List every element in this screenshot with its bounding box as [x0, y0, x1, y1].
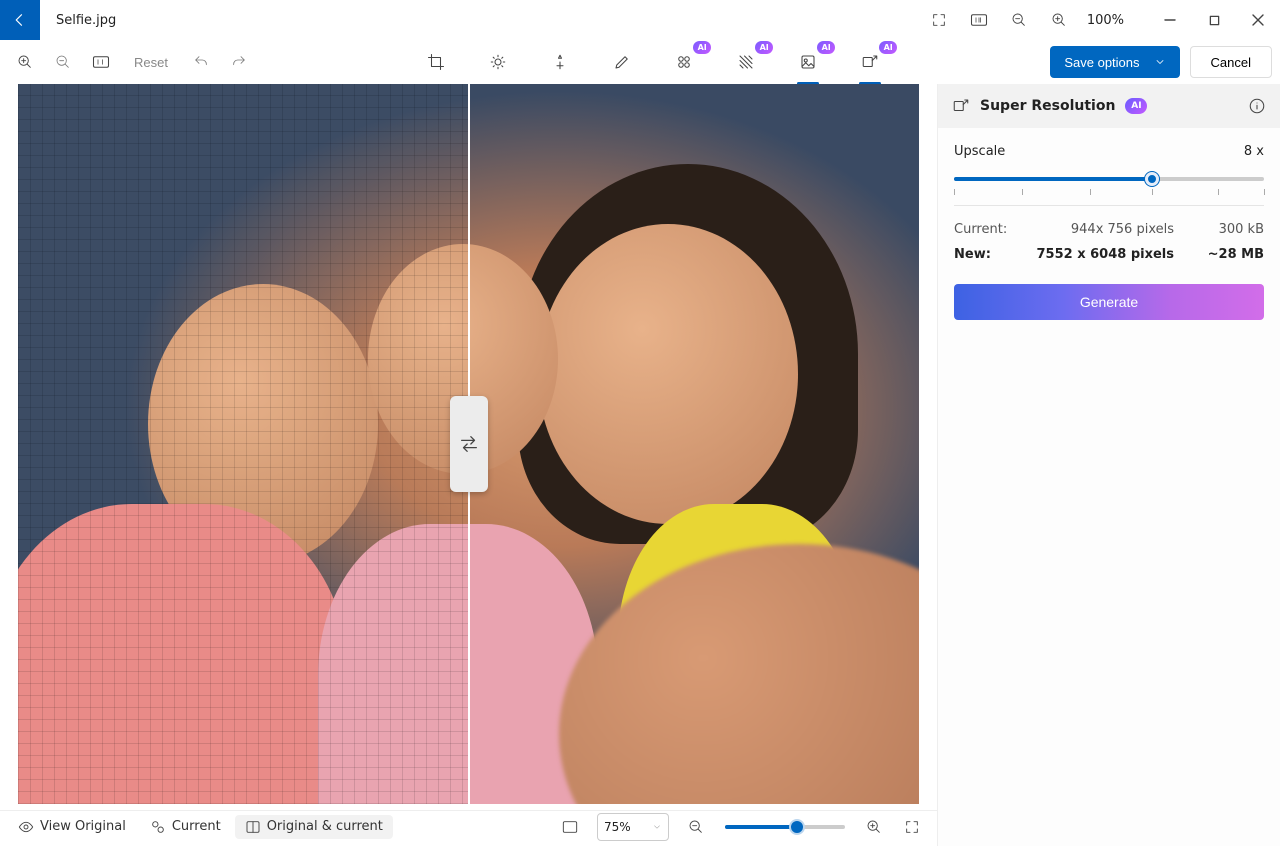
zoom-out-footer-icon[interactable]: [679, 810, 713, 844]
fit-screen-icon[interactable]: [84, 45, 118, 79]
reset-button[interactable]: Reset: [122, 48, 180, 76]
cancel-button[interactable]: Cancel: [1190, 46, 1272, 78]
zoom-in-footer-icon[interactable]: [857, 810, 891, 844]
markup-tool-icon[interactable]: [605, 45, 639, 79]
view-current-button[interactable]: Current: [140, 815, 231, 839]
redo-icon[interactable]: [222, 45, 256, 79]
maximize-button[interactable]: [1192, 1, 1236, 39]
panel-header: Super Resolution AI: [938, 84, 1280, 128]
minimize-button[interactable]: [1148, 1, 1192, 39]
new-resolution-row: New: 7552 x 6048 pixels ~28 MB: [954, 247, 1264, 262]
ai-badge-icon: AI: [879, 41, 897, 54]
upscale-label: Upscale: [954, 144, 1005, 159]
file-name: Selfie.jpg: [56, 13, 116, 28]
zoom-label: 100%: [1079, 13, 1132, 28]
retouch-tool-icon[interactable]: [543, 45, 577, 79]
super-resolution-icon: [952, 97, 970, 115]
fit-window-icon[interactable]: [553, 810, 587, 844]
titlebar: Selfie.jpg 100%: [0, 0, 1280, 40]
canvas-area: View Original Current Original & current…: [0, 84, 937, 846]
zoom-out-icon[interactable]: [999, 0, 1039, 40]
view-toolbar: View Original Current Original & current…: [0, 810, 937, 846]
generate-button[interactable]: Generate: [954, 284, 1264, 320]
save-options-label: Save options: [1064, 55, 1139, 70]
upscale-slider[interactable]: [954, 169, 1264, 189]
ai-badge-icon: AI: [755, 41, 773, 54]
info-icon[interactable]: [1248, 97, 1266, 115]
toolbar: Reset AI AI AI: [0, 40, 1280, 84]
adjust-tool-icon[interactable]: [481, 45, 515, 79]
current-resolution-row: Current: 944x 756 pixels 300 kB: [954, 222, 1264, 237]
undo-icon[interactable]: [184, 45, 218, 79]
fullscreen-icon[interactable]: [919, 0, 959, 40]
zoom-out-tool-icon[interactable]: [46, 45, 80, 79]
panel-title: Super Resolution: [980, 98, 1115, 114]
side-panel: Super Resolution AI Upscale 8 x: [937, 84, 1280, 846]
zoom-in-tool-icon[interactable]: [8, 45, 42, 79]
zoom-in-icon[interactable]: [1039, 0, 1079, 40]
zoom-slider[interactable]: [725, 825, 845, 829]
ai-badge-icon: AI: [1125, 98, 1147, 114]
blur-background-tool-icon[interactable]: AI: [729, 45, 763, 79]
remove-background-tool-icon[interactable]: AI: [791, 45, 825, 79]
zoom-select[interactable]: 75%: [597, 813, 669, 841]
pixelated-original-overlay: [18, 84, 469, 804]
image-canvas[interactable]: [18, 84, 919, 804]
view-both-button[interactable]: Original & current: [235, 815, 393, 839]
view-original-button[interactable]: View Original: [8, 815, 136, 839]
save-options-button[interactable]: Save options: [1050, 46, 1179, 78]
main-area: View Original Current Original & current…: [0, 84, 1280, 846]
ai-badge-icon: AI: [817, 41, 835, 54]
ai-badge-icon: AI: [693, 41, 711, 54]
super-resolution-tool-icon[interactable]: AI: [853, 45, 887, 79]
expand-footer-icon[interactable]: [895, 810, 929, 844]
comparison-handle[interactable]: [450, 396, 488, 492]
back-button[interactable]: [0, 0, 40, 40]
upscale-value: 8 x: [1244, 144, 1264, 159]
close-button[interactable]: [1236, 1, 1280, 39]
crop-tool-icon[interactable]: [419, 45, 453, 79]
erase-tool-icon[interactable]: AI: [667, 45, 701, 79]
actual-size-icon[interactable]: [959, 0, 999, 40]
